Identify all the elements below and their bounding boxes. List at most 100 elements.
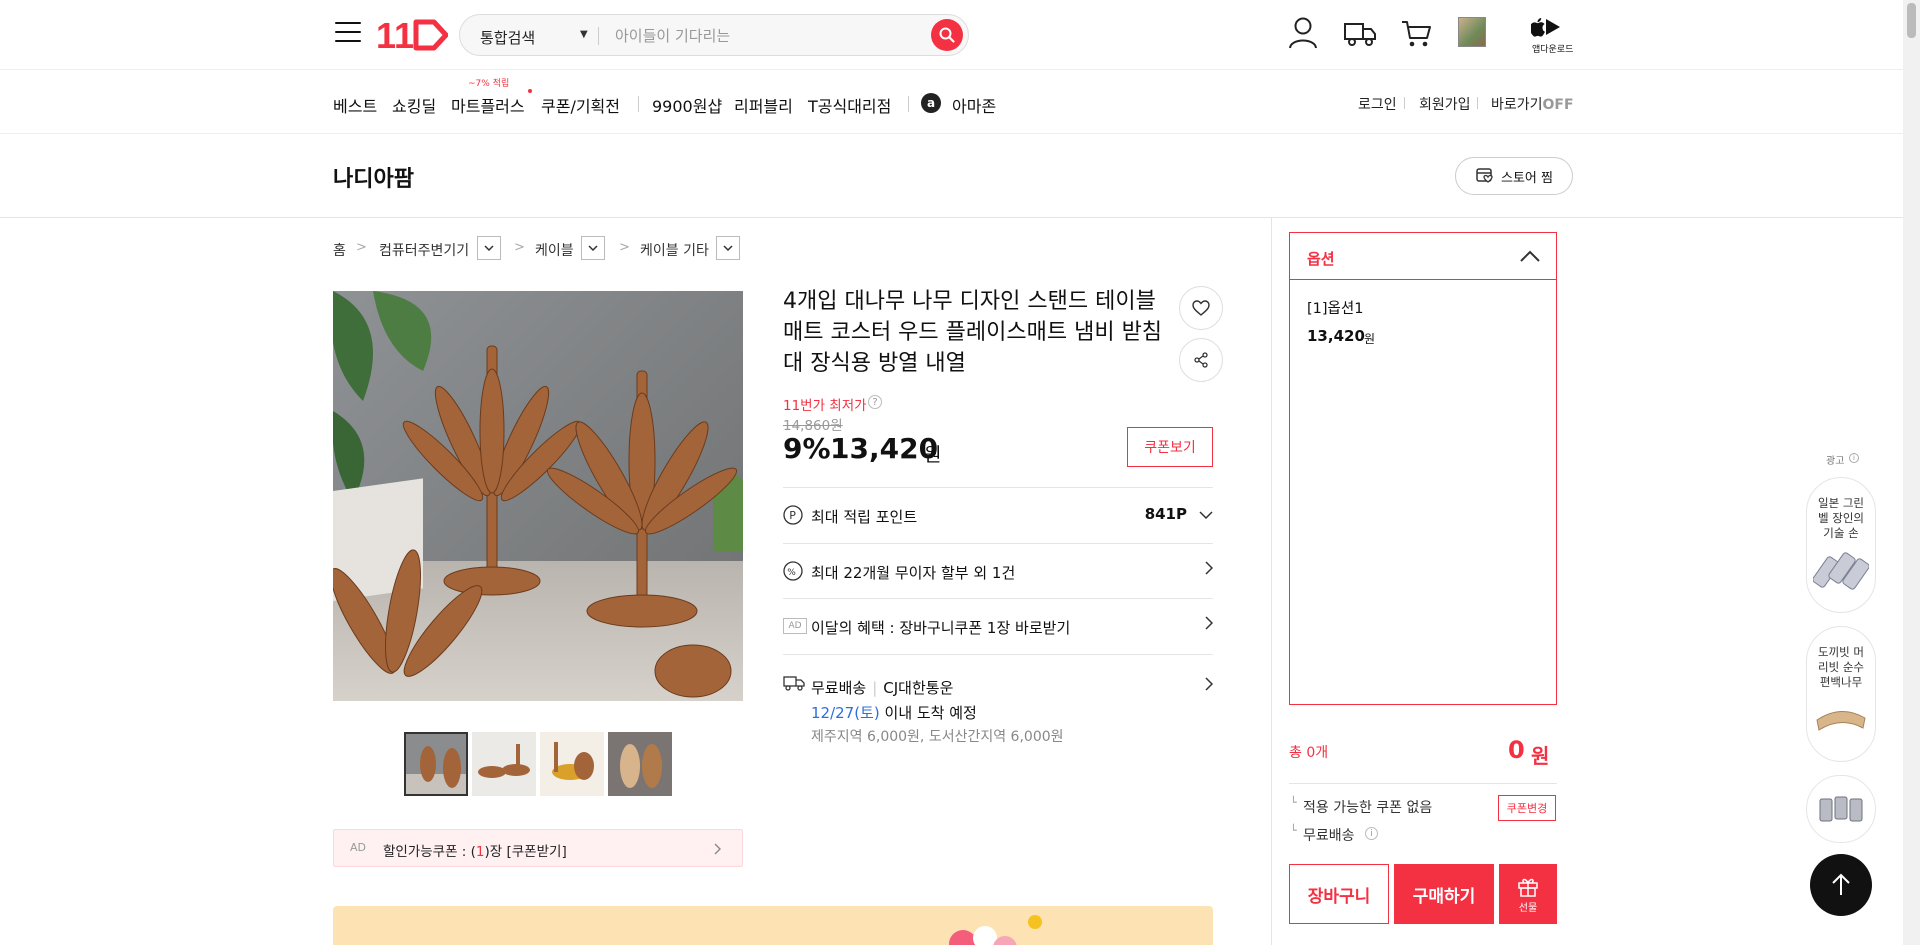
info-icon[interactable]: i [1849,453,1859,463]
help-icon[interactable]: ? [868,395,882,409]
total-unit: 원 [1531,744,1550,768]
thumbnail-3[interactable] [540,732,604,796]
store-name[interactable]: 나디아팜 [333,161,414,193]
coupon-download-strip[interactable]: AD 할인가능쿠폰 : (1)장 [쿠폰받기] [333,829,743,867]
coupon-strip-text: 할인가능쿠폰 : (1)장 [쿠폰받기] [383,840,567,860]
nav-refurbly[interactable]: 리퍼블리 [734,93,793,117]
gift-balloon-icon [949,915,1042,945]
product-main-image[interactable] [333,291,743,701]
chevron-right-icon [1205,616,1213,630]
breadcrumb-dropdown[interactable] [477,236,501,260]
shortcut-toggle[interactable]: 바로가기OFF [1491,94,1574,114]
cart-icon[interactable] [1400,19,1432,53]
divider [638,96,639,112]
logo-11st[interactable]: 11 [376,14,449,60]
breadcrumb-home[interactable]: 홈 [333,240,346,260]
coupon-none-text: 적용 가능한 쿠폰 없음 [1303,800,1433,816]
thumbnail-1[interactable] [404,732,468,796]
arrival-text: 이내 도착 예정 [884,704,977,722]
point-icon: P [783,505,803,525]
scroll-top-button[interactable] [1810,854,1872,916]
ad-rail-label: 광고 [1826,456,1845,467]
shortcut-label: 바로가기 [1491,97,1543,113]
nav-coupon-event[interactable]: 쿠폰/기획전 [541,93,620,117]
truck-icon[interactable] [1343,20,1377,52]
nav-t-official[interactable]: T공식대리점 [808,93,891,117]
coupon-change-button[interactable]: 쿠폰변경 [1498,795,1556,821]
option-header[interactable]: 옵션 [1290,233,1556,280]
scrollbar-thumb[interactable] [1907,3,1916,38]
ad-card-2-text: 도끼빗 머리빗 순수 편백나무 [1818,645,1864,689]
divider [1477,97,1478,109]
buy-button[interactable]: 구매하기 [1394,864,1494,924]
signup-link[interactable]: 회원가입 [1419,94,1471,114]
percent-icon: % [783,561,803,581]
recent-item-icon[interactable] [1458,17,1486,47]
ad-card-2[interactable]: 도끼빗 머리빗 순수 편백나무 [1806,626,1876,762]
ad-card-3[interactable] [1806,775,1876,843]
ad-label: AD [350,841,366,854]
breadcrumb-dropdown[interactable] [581,236,605,260]
scrollbar[interactable] [1903,0,1920,945]
svg-text:%: % [787,568,796,578]
option-panel: 옵션 [1]옵션1 13,420 원 [1289,232,1557,705]
monthly-benefit-row[interactable]: AD 이달의 혜택 : 장바구니쿠폰 1장 바로받기 [783,598,1213,653]
global-nav: 베스트 쇼킹딜 ~7% 적립 마트플러스 쿠폰/기획전 9900원샵 리퍼블리 … [0,70,1920,134]
delivery-label: 무료배송 | CJ대한통운 [811,679,954,697]
divider [1271,218,1272,945]
svg-text:P: P [789,509,796,522]
arrival-line: 12/27(토) 이내 도착 예정 [811,702,977,723]
extra-fee: 제주지역 6,000원, 도서산간지역 6,000원 [811,729,1064,745]
breadcrumb-level3[interactable]: 케이블 기타 [640,240,709,260]
breadcrumb-level1[interactable]: 컴퓨터주변기기 [379,240,469,260]
divider [908,96,909,112]
nav-shocking-deal[interactable]: 쇼킹딜 [392,93,436,117]
thumbnail-2[interactable] [472,732,536,796]
wishlist-button[interactable] [1179,286,1223,330]
chevron-down-icon [723,245,733,251]
breadcrumb-dropdown[interactable] [716,236,740,260]
chevron-right-icon: > [619,240,630,255]
divider [1289,783,1557,784]
free-shipping: 무료배송 [811,679,867,697]
coupon-text-b: )장 [쿠폰받기] [484,844,567,860]
thumbnail-4[interactable] [608,732,672,796]
search-input[interactable] [615,23,915,49]
points-value: 841P [1144,505,1187,523]
lowest-price-label: 11번가 최저가 [783,398,867,414]
gift-button[interactable]: 선물 [1499,864,1557,924]
nav-amazon[interactable]: 아마존 [952,93,996,117]
coupon-view-button[interactable]: 쿠폰보기 [1127,427,1213,467]
ad-card-2-image [1816,711,1866,731]
option-item-name[interactable]: [1]옵션1 [1307,297,1363,318]
login-link[interactable]: 로그인 [1358,94,1397,114]
coupon-text-a: 할인가능쿠폰 : ( [383,844,476,860]
menu-icon[interactable] [335,22,361,44]
search-button[interactable] [931,19,963,51]
installment-label: 최대 22개월 무이자 할부 외 1건 [811,564,1016,582]
user-icon[interactable] [1288,16,1318,54]
breadcrumb-level2[interactable]: 케이블 [535,240,574,260]
ad-card-1[interactable]: 일본 그린벨 장인의 기술 손 [1806,477,1876,613]
promo-banner[interactable] [333,906,1213,945]
ad-badge: AD [783,618,807,634]
nav-mart-plus[interactable]: 마트플러스 [451,93,525,117]
nav-best[interactable]: 베스트 [333,93,377,117]
store-favorite-button[interactable]: 스토어 찜 [1455,157,1573,195]
nav-9900-shop[interactable]: 9900원샵 [652,93,722,117]
delivery-row[interactable]: 무료배송 | CJ대한통운 12/27(토) 이내 도착 예정 제주지역 6,000… [783,654,1213,749]
installment-row[interactable]: % 최대 22개월 무이자 할부 외 1건 [783,543,1213,598]
share-button[interactable] [1179,338,1223,382]
search-bar: 통합검색 ▼ [459,14,969,56]
store-heart-icon [1476,168,1493,183]
chevron-down-icon [1199,511,1213,519]
points-row[interactable]: P 최대 적립 포인트 841P [783,487,1213,542]
cart-button[interactable]: 장바구니 [1289,864,1389,924]
arrival-date: 12/27(토) [811,704,880,722]
info-icon[interactable]: i [1365,827,1378,840]
chevron-down-icon[interactable]: ▼ [580,29,588,40]
search-scope-select[interactable]: 통합검색 [480,27,535,48]
divider [1404,97,1405,109]
gift-label: 선물 [1518,902,1538,914]
option-header-label: 옵션 [1307,250,1335,268]
